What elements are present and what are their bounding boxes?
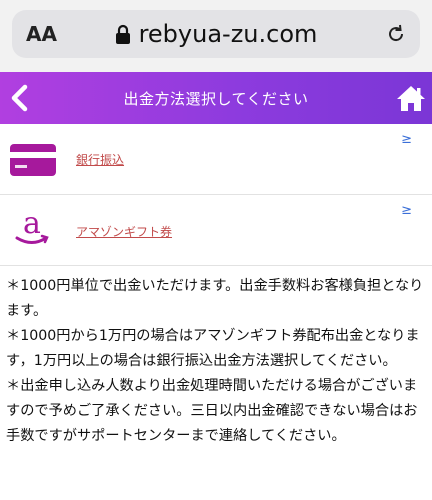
note-item: ＊出金申し込み人数より出金処理時間いただける場合がございますので予めご了承くださ… bbox=[6, 378, 418, 444]
url-text: rebyua-zu.com bbox=[138, 20, 318, 48]
note-item: ＊1000円単位で出金いただけます。出金手数料お客様負担となります。 bbox=[6, 278, 424, 319]
arrow-icon[interactable]: ≥ bbox=[401, 203, 412, 218]
withdraw-notes: ＊1000円単位で出金いただけます。出金手数料お客様負担となります。 ＊1000… bbox=[0, 266, 432, 449]
svg-text:a: a bbox=[23, 207, 41, 241]
lock-icon bbox=[115, 24, 130, 44]
method-label-amazon[interactable]: アマゾンギフト券 bbox=[76, 223, 172, 240]
page-header: 出金方法選択してください bbox=[0, 72, 432, 124]
credit-card-icon bbox=[10, 144, 56, 176]
withdraw-method-amazon[interactable]: a アマゾンギフト券 ≥ bbox=[0, 195, 432, 266]
url-field[interactable]: AA rebyua-zu.com bbox=[12, 10, 420, 58]
method-label-bank[interactable]: 銀行振込 bbox=[76, 151, 124, 168]
note-item: ＊1000円から1万円の場合はアマゾンギフト券配布出金となります，1万円以上の場… bbox=[6, 328, 420, 369]
arrow-icon[interactable]: ≥ bbox=[401, 132, 412, 147]
text-size-button[interactable]: AA bbox=[26, 22, 57, 46]
reload-icon[interactable] bbox=[384, 22, 408, 46]
amazon-logo-icon: a bbox=[15, 207, 49, 244]
back-arrow-icon[interactable] bbox=[8, 84, 32, 112]
browser-address-bar: AA rebyua-zu.com bbox=[0, 0, 432, 72]
withdraw-method-bank[interactable]: 銀行振込 ≥ bbox=[0, 124, 432, 195]
home-icon[interactable] bbox=[396, 84, 426, 112]
page-title: 出金方法選択してください bbox=[123, 89, 309, 108]
url-display: rebyua-zu.com bbox=[12, 20, 420, 48]
